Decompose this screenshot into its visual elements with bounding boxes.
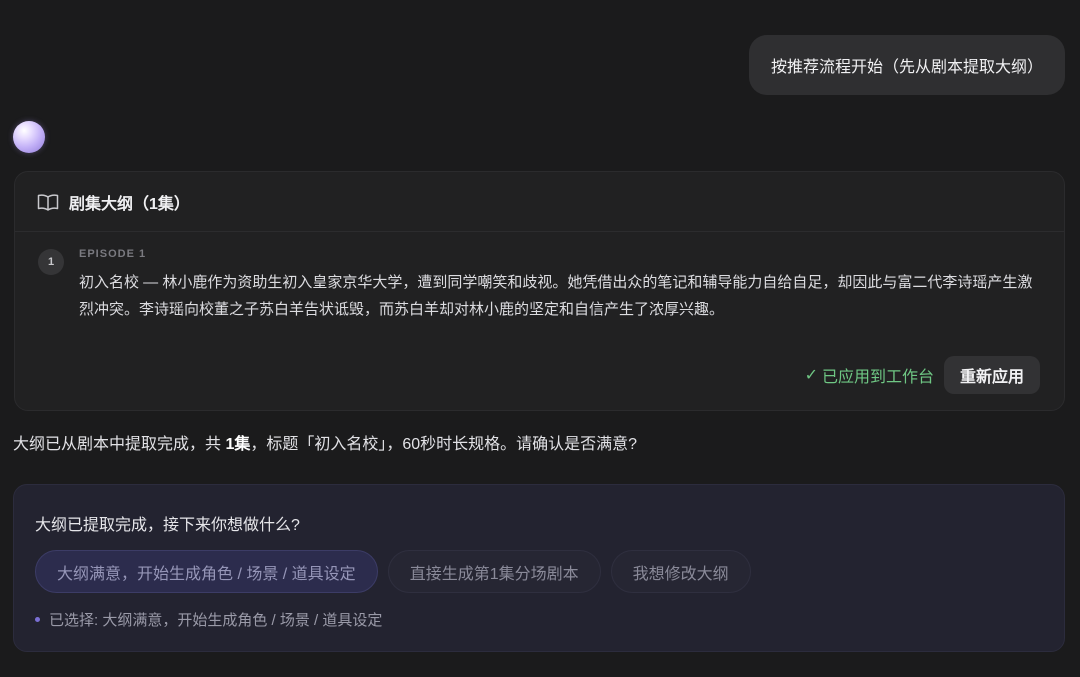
- outline-card-actions: ✓ 已应用到工作台 重新应用: [805, 356, 1040, 394]
- applied-status-label: 已应用到工作台: [821, 369, 934, 386]
- assistant-avatar: [13, 121, 45, 153]
- choice-question: 大纲已提取完成，接下来你想做什么?: [35, 517, 300, 534]
- option-edit-outline[interactable]: 我想修改大纲: [610, 550, 751, 593]
- book-open-icon: [37, 193, 59, 211]
- episode-count: 1集: [225, 436, 251, 453]
- assistant-message: 大纲已从剧本中提取完成，共 1集，标题「初入名校」，60秒时长规格。请确认是否满…: [13, 430, 637, 454]
- assistant-message-prefix: 大纲已从剧本中提取完成，共: [13, 436, 226, 453]
- episode-item: 1 EPISODE 1 初入名校 — 林小鹿作为资助生初入皇家京华大学，遭到同学…: [15, 232, 1064, 323]
- applied-status: ✓ 已应用到工作台: [805, 363, 934, 387]
- option-generate-settings[interactable]: 大纲满意，开始生成角色 / 场景 / 道具设定: [35, 550, 378, 593]
- option-generate-episode-script[interactable]: 直接生成第1集分场剧本: [387, 550, 601, 593]
- user-message-bubble: 按推荐流程开始（先从剧本提取大纲）: [748, 35, 1065, 95]
- episode-summary: 初入名校 — 林小鹿作为资助生初入皇家京华大学，遭到同学嘲笑和歧视。她凭借出众的…: [79, 274, 1033, 318]
- outline-card: 剧集大纲（1集） 1 EPISODE 1 初入名校 — 林小鹿作为资助生初入皇家…: [14, 171, 1065, 411]
- check-icon: ✓: [804, 367, 818, 384]
- selected-choice-text: 已选择: 大纲满意，开始生成角色 / 场景 / 道具设定: [49, 612, 383, 629]
- outline-card-title: 剧集大纲（1集）: [69, 195, 190, 213]
- episode-label: EPISODE 1: [79, 248, 147, 260]
- chat-page: 按推荐流程开始（先从剧本提取大纲） 剧集大纲（1集） 1 EPISODE 1 初…: [0, 0, 1080, 677]
- bullet-dot-icon: [35, 617, 40, 622]
- outline-card-header: 剧集大纲（1集）: [15, 172, 1064, 232]
- assistant-message-suffix: ，标题「初入名校」，60秒时长规格。请确认是否满意?: [250, 436, 638, 453]
- reapply-button[interactable]: 重新应用: [943, 356, 1040, 394]
- episode-number-badge: 1: [38, 249, 64, 275]
- choice-options: 大纲满意，开始生成角色 / 场景 / 道具设定 直接生成第1集分场剧本 我想修改…: [35, 550, 751, 593]
- selected-choice-status: 已选择: 大纲满意，开始生成角色 / 场景 / 道具设定: [35, 609, 382, 630]
- next-step-choice-card: 大纲已提取完成，接下来你想做什么? 大纲满意，开始生成角色 / 场景 / 道具设…: [13, 484, 1065, 652]
